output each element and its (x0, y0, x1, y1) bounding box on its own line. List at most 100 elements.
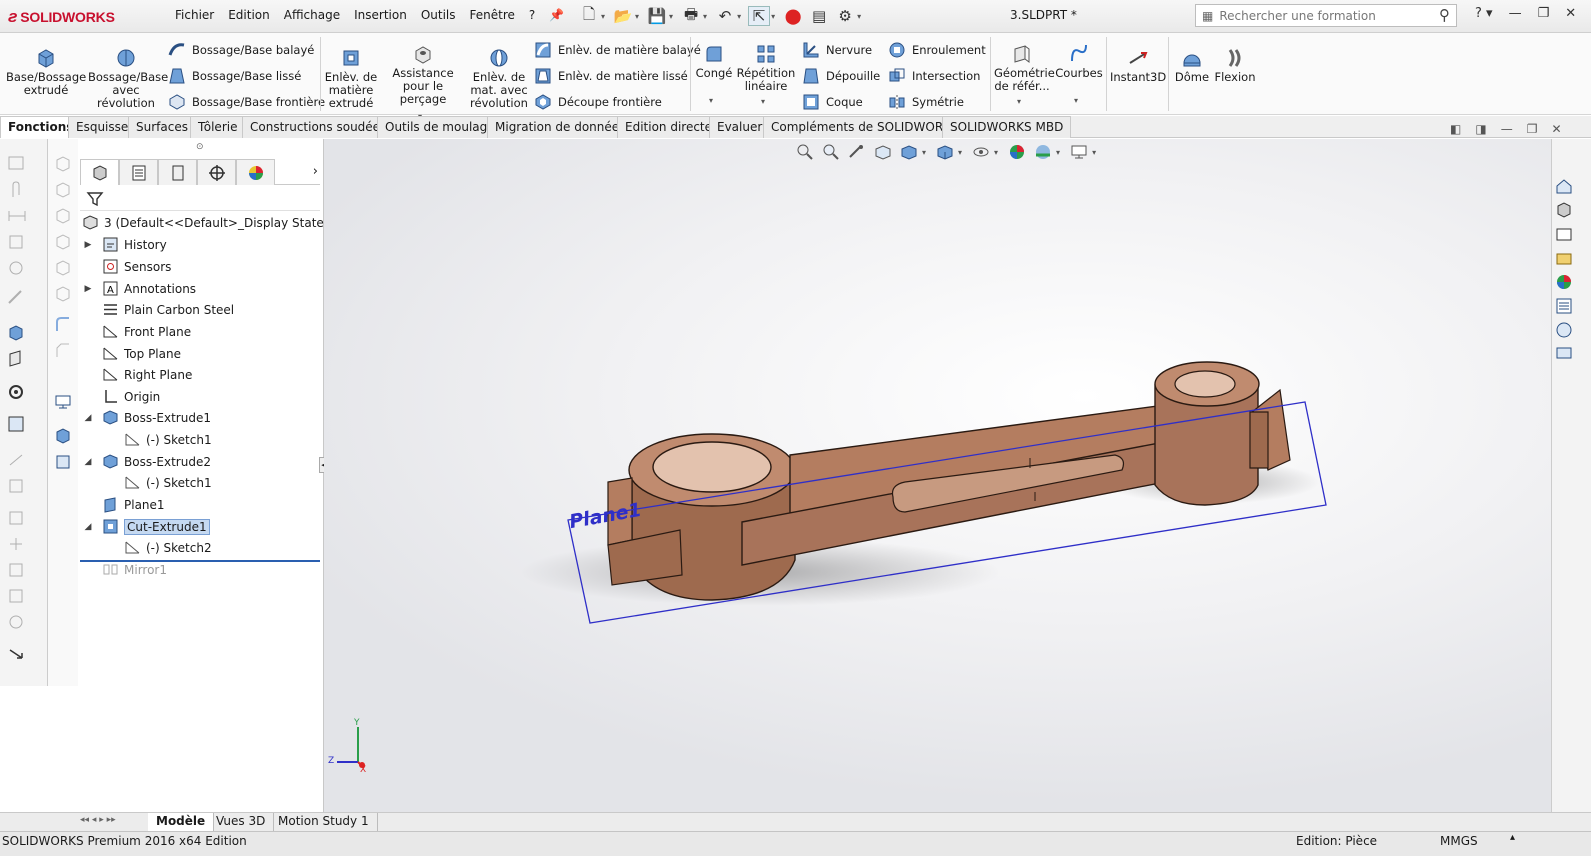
move-body-icon[interactable] (7, 451, 27, 469)
cube-front-icon[interactable] (54, 181, 72, 199)
repair-sketch-icon[interactable] (7, 259, 27, 277)
tab-motion-study-1[interactable]: Motion Study 1 (270, 813, 378, 831)
reference-geometry-dropdown-icon[interactable]: ▾ (991, 95, 1047, 108)
custom-properties-icon[interactable] (1555, 297, 1573, 315)
print-icon[interactable]: 🖶 (680, 5, 702, 26)
reference-geometry-button[interactable]: Géométrie de référ... ▾ (991, 43, 1055, 108)
tree-item-top-plane[interactable]: Top Plane (82, 343, 328, 364)
display-manager-tab-icon[interactable] (236, 159, 275, 185)
mirror-button[interactable]: Symétrie (888, 93, 964, 111)
relations-icon[interactable] (7, 233, 27, 251)
close-icon[interactable]: ✕ (1565, 6, 1576, 21)
panel-grip-icon[interactable]: ⊙ (196, 142, 204, 152)
tree-item-origin[interactable]: Origin (82, 386, 328, 407)
tree-item-annotations[interactable]: ▶ A Annotations (82, 278, 328, 299)
flex-button[interactable]: Flexion (1212, 47, 1258, 84)
cube-top-icon[interactable] (54, 233, 72, 251)
tree-item-boss-extrude2[interactable]: ◢ Boss-Extrude2 (82, 451, 328, 472)
extruded-cut-button[interactable]: Enlèv. de matière extrudé (324, 47, 378, 110)
chamfer-shortcut-icon[interactable] (54, 341, 72, 359)
revolved-cut-button[interactable]: Enlèv. de mat. avec révolution (468, 47, 530, 110)
save-bodies-icon[interactable] (7, 561, 27, 579)
apply-scene-icon[interactable] (1033, 143, 1053, 161)
tab-edition-directe[interactable]: Edition directe (617, 116, 721, 138)
options-gear-icon[interactable]: ⚙ (834, 6, 856, 26)
body-icon[interactable] (54, 453, 72, 471)
part-icon[interactable] (54, 427, 72, 445)
tree-item-cut-extrude1[interactable]: ◢ Cut-Extrude1 (82, 516, 328, 537)
expand-arrow-icon[interactable]: ▶ (82, 240, 94, 250)
menu-fichier[interactable]: Fichier (175, 8, 214, 22)
design-library-icon[interactable] (1555, 225, 1573, 243)
sketch-tool-icon[interactable] (7, 155, 27, 173)
combine-icon[interactable] (7, 587, 27, 605)
file-properties-icon[interactable]: ▤ (808, 6, 830, 26)
filter-icon[interactable] (86, 190, 104, 208)
tree-item-material[interactable]: Plain Carbon Steel (82, 299, 328, 320)
previous-view-icon[interactable] (847, 143, 867, 161)
minimize-icon[interactable]: — (1509, 6, 1522, 21)
home-icon[interactable] (1555, 177, 1573, 195)
tree-item-history[interactable]: ▶ History (82, 234, 328, 255)
tab-complements[interactable]: Compléments de SOLIDWORKS (763, 116, 967, 138)
wrap-button[interactable]: Enroulement (888, 41, 986, 59)
tab-vues-3d[interactable]: Vues 3D (208, 813, 275, 831)
tabs-scroll-right-icon[interactable]: › (275, 159, 320, 184)
extrude-shortcut-icon[interactable] (7, 323, 27, 341)
help-icon[interactable]: ? ▾ (1475, 6, 1493, 21)
new-document-icon[interactable]: 🗋 (578, 5, 600, 26)
boss-revolve-button[interactable]: Bossage/Base avec révolution (88, 47, 168, 110)
shell-button[interactable]: Coque (802, 93, 863, 111)
doc-restore-icon[interactable]: ❐ (1527, 122, 1538, 136)
doc-minimize-icon[interactable]: — (1501, 122, 1513, 136)
configurationmanager-tab-icon[interactable] (158, 159, 197, 185)
tree-root[interactable]: 3 (Default<<Default>_Display State 1>) (82, 212, 350, 233)
tab-esquisse[interactable]: Esquisse (68, 116, 137, 138)
dimxpert-tab-icon[interactable] (197, 159, 236, 185)
menu-edition[interactable]: Edition (228, 8, 270, 22)
part-model[interactable] (324, 139, 1551, 816)
cube-section-icon[interactable] (54, 285, 72, 303)
smart-dimension-icon[interactable] (7, 207, 27, 225)
save-icon[interactable]: 💾 (646, 6, 668, 26)
restore-icon[interactable]: ❐ (1538, 6, 1550, 21)
collapse-arrow-icon[interactable]: ◢ (82, 522, 94, 532)
tab-evaluer[interactable]: Evaluer (709, 116, 771, 138)
split-icon[interactable] (7, 477, 27, 495)
fillet-shortcut-icon[interactable] (54, 315, 72, 333)
measure-icon[interactable] (7, 289, 27, 307)
display-style-icon[interactable] (935, 143, 955, 161)
intersect-button[interactable]: Intersection (888, 67, 980, 85)
appearances-icon[interactable] (1555, 273, 1573, 291)
tile-left-icon[interactable]: ◧ (1450, 122, 1461, 136)
tab-modele[interactable]: Modèle (148, 813, 215, 831)
clip-icon[interactable] (7, 181, 27, 199)
delete-body-icon[interactable] (7, 613, 27, 631)
doc-close-icon[interactable]: ✕ (1551, 122, 1561, 136)
open-folder-icon[interactable]: 📂 (612, 6, 634, 26)
graphics-area[interactable]: Plane1 Y Z X (324, 139, 1551, 816)
collapse-arrow-icon[interactable]: ◢ (82, 413, 94, 423)
rib-button[interactable]: Nervure (802, 41, 872, 59)
swept-cut-button[interactable]: Enlèv. de matière balayé (534, 41, 701, 59)
feedback-icon[interactable] (1555, 345, 1573, 363)
layout-icon[interactable] (7, 509, 27, 527)
tree-item-mirror1[interactable]: Mirror1 (82, 559, 328, 580)
grid-icon[interactable] (7, 535, 27, 553)
tree-item-front-plane[interactable]: Front Plane (82, 321, 328, 342)
linear-pattern-button[interactable]: Répétition linéaire ▾ (736, 43, 796, 108)
tree-item-sketch1-a[interactable]: (-) Sketch1 (104, 429, 350, 450)
tab-outils-de-moulage[interactable]: Outils de moulage (377, 116, 503, 138)
draft-button[interactable]: Dépouille (802, 67, 880, 85)
equations-icon[interactable] (7, 415, 27, 433)
select-cursor-icon[interactable]: ⇱ (748, 6, 771, 26)
menu-outils[interactable]: Outils (421, 8, 456, 22)
zoom-to-fit-icon[interactable] (795, 143, 815, 161)
swept-boss-button[interactable]: Bossage/Base balayé (168, 41, 314, 59)
lofted-cut-button[interactable]: Enlèv. de matière lissé (534, 67, 688, 85)
undo-icon[interactable]: ↶ (714, 6, 736, 26)
hide-show-items-icon[interactable] (971, 143, 991, 161)
menu-fenetre[interactable]: Fenêtre (470, 8, 515, 22)
cube-side-icon[interactable] (54, 207, 72, 225)
file-explorer-icon[interactable] (1555, 249, 1573, 267)
